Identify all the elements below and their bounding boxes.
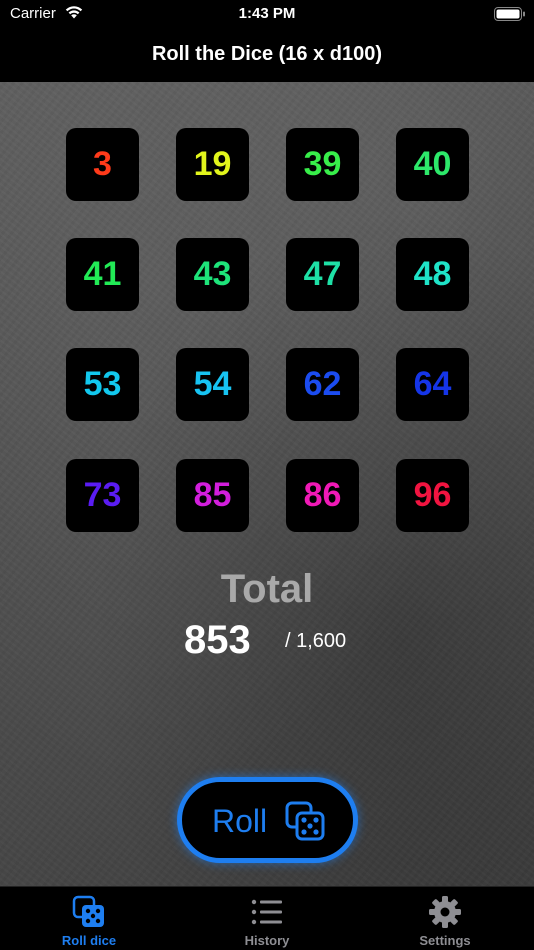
die-15: 86 [286, 459, 359, 532]
die-12: 64 [396, 348, 469, 421]
total-value: 853 [184, 618, 251, 662]
navigation-bar: Roll the Dice (16 x d100) [0, 30, 534, 82]
tab-roll-dice[interactable]: Roll dice [0, 887, 178, 950]
gear-icon [429, 896, 461, 928]
die-13: 73 [66, 459, 139, 532]
roll-button[interactable]: Roll [177, 777, 358, 863]
total-max: / 1,600 [285, 630, 347, 652]
die-10: 54 [176, 348, 249, 421]
die-2: 19 [176, 128, 249, 201]
page-title: Roll the Dice (16 x d100) [151, 43, 383, 65]
tab-label-settings: Settings [419, 933, 471, 948]
die-6: 43 [176, 238, 249, 311]
total-label: Total [220, 567, 314, 611]
die-9: 53 [66, 348, 139, 421]
clock-time: 1:43 PM [238, 5, 296, 22]
die-11: 62 [286, 348, 359, 421]
die-7: 47 [286, 238, 359, 311]
tab-settings[interactable]: Settings [356, 887, 534, 950]
dice-icon [285, 801, 325, 841]
die-5: 41 [66, 238, 139, 311]
die-16: 96 [396, 459, 469, 532]
list-icon [251, 899, 282, 925]
total-row: 853 / 1,600 [0, 618, 534, 668]
dice-icon [72, 895, 104, 927]
die-8: 48 [396, 238, 469, 311]
tab-label-history: History [244, 933, 290, 948]
tab-bar: Roll dice History Settings [0, 886, 534, 950]
tab-label-roll-dice: Roll dice [61, 933, 117, 948]
roll-button-label: Roll [212, 803, 268, 839]
status-bar: Carrier 1:43 PM [0, 0, 534, 30]
tab-history[interactable]: History [178, 887, 356, 950]
battery-icon [494, 7, 525, 21]
dice-board: 3 19 39 40 41 43 47 48 53 54 62 64 73 85… [0, 82, 534, 886]
die-4: 40 [396, 128, 469, 201]
die-1: 3 [66, 128, 139, 201]
die-3: 39 [286, 128, 359, 201]
die-14: 85 [176, 459, 249, 532]
